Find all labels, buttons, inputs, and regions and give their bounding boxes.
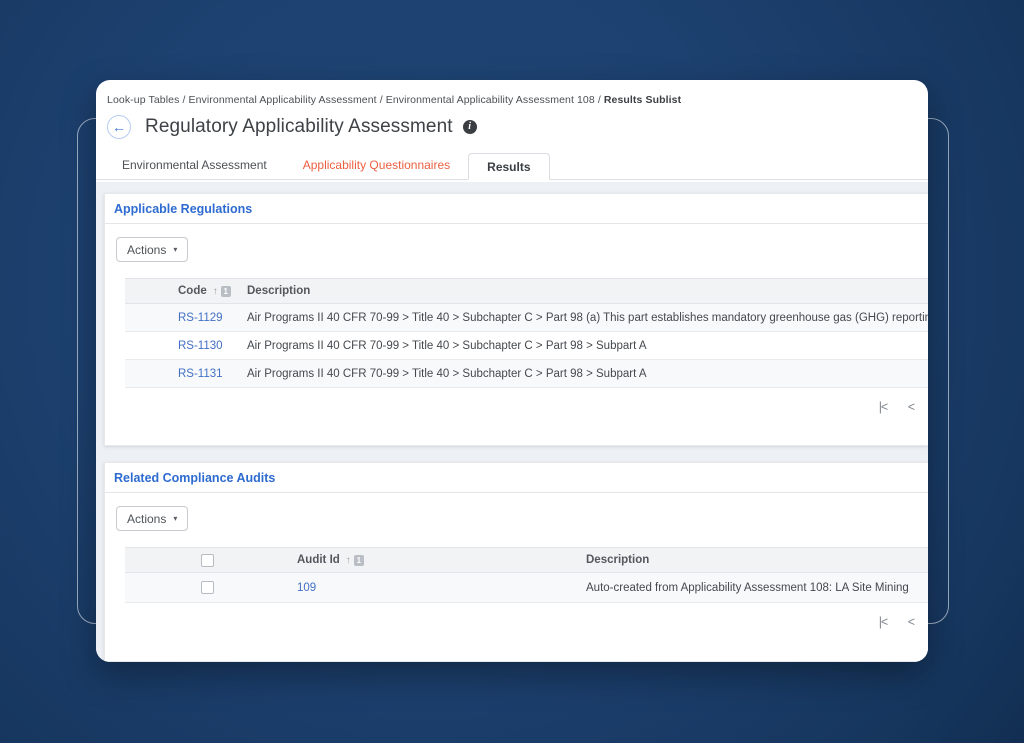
breadcrumb-current: Results Sublist: [603, 94, 682, 106]
chevron-down-icon: ▾: [173, 245, 178, 254]
section-title: Applicable Regulations: [114, 202, 253, 216]
breadcrumb: Look-up Tables / Environmental Applicabi…: [96, 80, 928, 106]
tab-environmental-assessment[interactable]: Environmental Assessment: [104, 152, 285, 179]
regulation-code-link[interactable]: RS-1131: [178, 368, 223, 380]
content-area: Applicable Regulations Actions ▾ Code ↑ 1: [96, 182, 928, 662]
back-arrow-icon: ←: [112, 119, 126, 135]
first-page-icon[interactable]: |<: [879, 400, 888, 414]
audits-actions-button[interactable]: Actions ▾: [116, 506, 189, 531]
related-compliance-audits-panel: Related Compliance Audits Actions ▾ Audi…: [104, 462, 928, 662]
column-header-description[interactable]: Description: [586, 547, 928, 573]
applicable-regulations-panel: Applicable Regulations Actions ▾ Code ↑ 1: [104, 193, 928, 446]
app-background: Look-up Tables / Environmental Applicabi…: [0, 0, 1024, 743]
tab-bar: Environmental Assessment Applicability Q…: [96, 152, 928, 180]
regulation-description: Air Programs II 40 CFR 70-99 > Title 40 …: [247, 331, 928, 360]
info-icon[interactable]: i: [462, 120, 477, 134]
actions-label: Actions: [127, 511, 167, 526]
main-window-card: Look-up Tables / Environmental Applicabi…: [96, 80, 928, 662]
tab-applicability-questionnaires[interactable]: Applicability Questionnaires: [285, 152, 468, 179]
row-checkbox[interactable]: [201, 581, 214, 594]
column-header-audit-id[interactable]: Audit Id ↑ 1: [281, 547, 586, 573]
audits-table: Audit Id ↑ 1 Description 109 Auto-created …: [125, 547, 928, 603]
regulations-pagination: |< <: [105, 398, 928, 416]
audits-pagination: |< <: [105, 613, 928, 631]
related-compliance-audits-header: Related Compliance Audits: [105, 463, 928, 493]
select-all-checkbox[interactable]: [201, 553, 214, 567]
regulations-actions-button[interactable]: Actions ▾: [116, 237, 189, 262]
actions-label: Actions: [127, 242, 167, 257]
regulations-toolbar: Actions ▾: [116, 237, 928, 262]
first-page-icon[interactable]: |<: [879, 615, 888, 629]
column-header-code[interactable]: Code ↑ 1: [125, 278, 247, 304]
table-row[interactable]: 109 Auto-created from Applicability Asse…: [125, 572, 928, 603]
regulation-description: Air Programs II 40 CFR 70-99 > Title 40 …: [247, 303, 928, 332]
table-header-row: Audit Id ↑ 1 Description: [125, 547, 928, 573]
table-row[interactable]: RS-1129 Air Programs II 40 CFR 70-99 > T…: [125, 303, 928, 332]
sort-asc-icon: ↑: [212, 286, 218, 297]
audit-id-link[interactable]: 109: [297, 582, 316, 594]
regulations-table: Code ↑ 1 Description RS-1129 Air Programs …: [125, 278, 928, 388]
regulation-code-link[interactable]: RS-1130: [178, 340, 223, 352]
sort-order-badge: 1: [353, 555, 364, 566]
regulation-description: Air Programs II 40 CFR 70-99 > Title 40 …: [247, 359, 928, 388]
tab-results[interactable]: Results: [468, 153, 550, 180]
chevron-down-icon: ▾: [173, 514, 178, 523]
sort-asc-icon: ↑: [345, 555, 351, 566]
column-header-description[interactable]: Description: [247, 278, 928, 304]
previous-page-icon[interactable]: <: [908, 400, 915, 414]
applicable-regulations-header: Applicable Regulations: [105, 194, 928, 224]
previous-page-icon[interactable]: <: [908, 615, 915, 629]
table-header-row: Code ↑ 1 Description: [125, 278, 928, 304]
table-row[interactable]: RS-1131 Air Programs II 40 CFR 70-99 > T…: [125, 359, 928, 388]
page-header: ← Regulatory Applicability Assessment i: [107, 115, 928, 139]
breadcrumb-trail[interactable]: Look-up Tables / Environmental Applicabi…: [107, 94, 601, 106]
regulation-code-link[interactable]: RS-1129: [178, 312, 223, 324]
sort-order-badge: 1: [220, 286, 231, 297]
audit-description: Auto-created from Applicability Assessme…: [586, 572, 928, 603]
page-title: Regulatory Applicability Assessment: [145, 116, 453, 137]
audits-toolbar: Actions ▾: [116, 506, 928, 531]
back-button[interactable]: ←: [107, 115, 131, 139]
table-row[interactable]: RS-1130 Air Programs II 40 CFR 70-99 > T…: [125, 331, 928, 360]
section-title: Related Compliance Audits: [114, 471, 276, 485]
